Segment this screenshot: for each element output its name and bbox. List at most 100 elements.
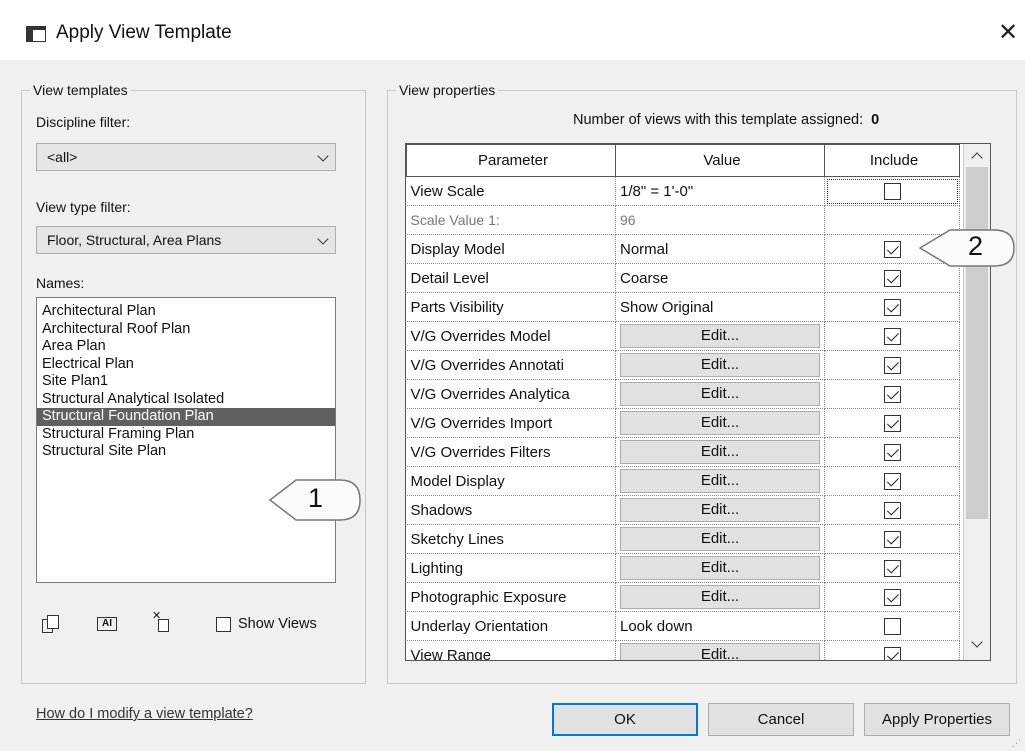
include-checkbox[interactable] <box>883 269 901 287</box>
edit-button[interactable]: Edit... <box>620 353 820 377</box>
include-checkbox[interactable] <box>883 298 901 316</box>
list-item-selected[interactable]: Structural Foundation Plan <box>37 408 335 426</box>
include-checkbox[interactable] <box>883 356 901 374</box>
include-cell[interactable] <box>824 437 960 467</box>
chevron-down-icon[interactable] <box>971 636 983 648</box>
view-type-filter-dropdown[interactable]: Floor, Structural, Area Plans <box>36 226 336 254</box>
value-cell[interactable]: Edit... <box>615 553 825 583</box>
table-row[interactable]: Detail Level Coarse <box>406 263 960 293</box>
include-checkbox[interactable] <box>883 240 901 258</box>
value-cell[interactable]: Edit... <box>615 350 825 380</box>
rename-icon[interactable]: AI <box>97 617 117 631</box>
include-checkbox[interactable] <box>883 617 901 635</box>
cancel-button[interactable]: Cancel <box>708 703 854 736</box>
value-cell[interactable]: Edit... <box>615 640 825 660</box>
show-views-checkbox[interactable] <box>216 617 231 632</box>
close-icon[interactable]: ✕ <box>998 18 1018 46</box>
include-cell[interactable] <box>824 553 960 583</box>
include-cell[interactable] <box>824 611 960 641</box>
list-item[interactable]: Electrical Plan <box>37 356 335 374</box>
include-cell[interactable] <box>824 379 960 409</box>
value-cell[interactable]: Edit... <box>615 495 825 525</box>
include-cell[interactable] <box>824 408 960 438</box>
include-cell[interactable] <box>824 524 960 554</box>
edit-button[interactable]: Edit... <box>620 556 820 580</box>
view-properties-table[interactable]: Parameter Value Include View Scale 1/8" =… <box>405 143 991 661</box>
column-header-include[interactable]: Include <box>824 144 960 177</box>
include-checkbox[interactable] <box>883 385 901 403</box>
edit-button[interactable]: Edit... <box>620 498 820 522</box>
value-cell[interactable]: Edit... <box>615 524 825 554</box>
help-link[interactable]: How do I modify a view template? <box>36 706 253 722</box>
include-cell[interactable] <box>824 582 960 612</box>
value-cell[interactable]: Edit... <box>615 437 825 467</box>
list-item[interactable]: Structural Framing Plan <box>37 426 335 444</box>
list-item[interactable]: Site Plan1 <box>37 373 335 391</box>
list-item[interactable]: Architectural Plan <box>37 303 335 321</box>
table-row[interactable]: V/G Overrides Analytica Edit... <box>406 379 960 409</box>
include-cell[interactable] <box>824 466 960 496</box>
table-row[interactable]: Lighting Edit... <box>406 553 960 583</box>
edit-button[interactable]: Edit... <box>620 469 820 493</box>
include-checkbox[interactable] <box>883 530 901 548</box>
table-row[interactable]: Shadows Edit... <box>406 495 960 525</box>
table-row[interactable]: View Scale 1/8" = 1'-0" <box>406 176 960 206</box>
value-cell[interactable]: Coarse <box>615 263 825 293</box>
discipline-filter-dropdown[interactable]: <all> <box>36 143 336 171</box>
list-item[interactable]: Area Plan <box>37 338 335 356</box>
include-checkbox[interactable] <box>883 182 901 200</box>
include-checkbox[interactable] <box>883 588 901 606</box>
value-cell[interactable]: Edit... <box>615 321 825 351</box>
table-row[interactable]: Sketchy Lines Edit... <box>406 524 960 554</box>
table-row[interactable]: Photographic Exposure Edit... <box>406 582 960 612</box>
value-cell[interactable]: Normal <box>615 234 825 264</box>
include-checkbox[interactable] <box>883 327 901 345</box>
names-list[interactable]: Architectural Plan Architectural Roof Pl… <box>36 297 336 583</box>
include-cell[interactable] <box>824 495 960 525</box>
list-item[interactable]: Architectural Roof Plan <box>37 321 335 339</box>
resize-grip-icon[interactable]: ⋰ <box>1012 738 1022 748</box>
value-cell[interactable]: Edit... <box>615 379 825 409</box>
table-row[interactable]: View Range Edit... <box>406 640 960 660</box>
duplicate-icon[interactable] <box>42 615 60 633</box>
table-row[interactable]: V/G Overrides Filters Edit... <box>406 437 960 467</box>
column-header-value[interactable]: Value <box>615 144 825 177</box>
include-checkbox[interactable] <box>883 501 901 519</box>
include-checkbox[interactable] <box>883 646 901 660</box>
value-cell[interactable]: Show Original <box>615 292 825 322</box>
include-cell[interactable] <box>824 292 960 322</box>
table-row[interactable]: Model Display Edit... <box>406 466 960 496</box>
column-header-parameter[interactable]: Parameter <box>406 144 616 177</box>
include-cell[interactable] <box>824 640 960 660</box>
value-cell[interactable]: Look down <box>615 611 825 641</box>
edit-button[interactable]: Edit... <box>620 527 820 551</box>
edit-button[interactable]: Edit... <box>620 440 820 464</box>
table-row[interactable]: Scale Value 1: 96 <box>406 205 960 235</box>
edit-button[interactable]: Edit... <box>620 324 820 348</box>
value-cell[interactable]: 1/8" = 1'-0" <box>615 176 825 206</box>
table-row[interactable]: Parts Visibility Show Original <box>406 292 960 322</box>
include-checkbox[interactable] <box>883 472 901 490</box>
value-cell[interactable]: Edit... <box>615 408 825 438</box>
ok-button[interactable]: OK <box>552 703 698 736</box>
apply-properties-button[interactable]: Apply Properties <box>864 703 1010 736</box>
include-checkbox[interactable] <box>883 559 901 577</box>
edit-button[interactable]: Edit... <box>620 411 820 435</box>
table-row[interactable]: Underlay Orientation Look down <box>406 611 960 641</box>
value-cell[interactable]: Edit... <box>615 582 825 612</box>
edit-button[interactable]: Edit... <box>620 585 820 609</box>
chevron-up-icon[interactable] <box>971 152 983 164</box>
table-row[interactable]: V/G Overrides Import Edit... <box>406 408 960 438</box>
include-cell[interactable] <box>824 350 960 380</box>
list-item[interactable]: Structural Site Plan <box>37 443 335 461</box>
table-row[interactable]: V/G Overrides Annotati Edit... <box>406 350 960 380</box>
table-row[interactable]: Display Model Normal <box>406 234 960 264</box>
include-checkbox[interactable] <box>883 414 901 432</box>
include-cell[interactable] <box>824 176 960 206</box>
edit-button[interactable]: Edit... <box>620 382 820 406</box>
table-row[interactable]: V/G Overrides Model Edit... <box>406 321 960 351</box>
delete-icon[interactable]: ✕ <box>152 610 170 632</box>
include-checkbox[interactable] <box>883 443 901 461</box>
include-cell[interactable] <box>824 321 960 351</box>
edit-button[interactable]: Edit... <box>620 643 820 660</box>
